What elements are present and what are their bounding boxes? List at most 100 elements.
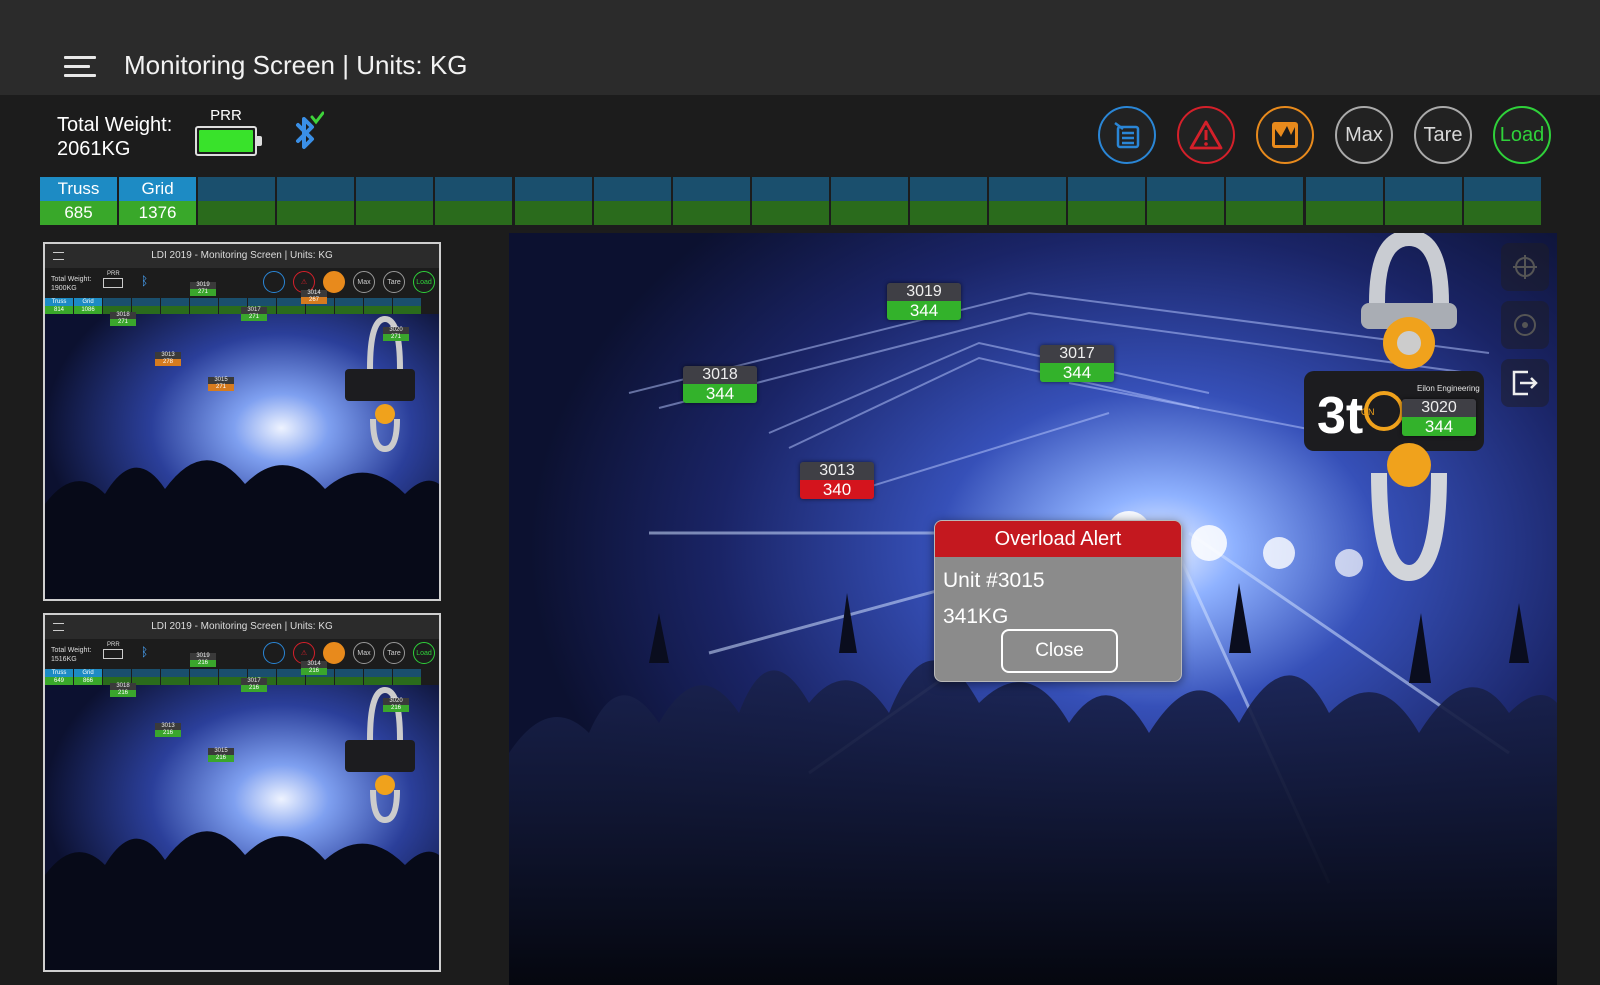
thumbnail-unit-tag: 3013 278 [155,352,181,366]
alert-title: Overload Alert [935,521,1181,557]
warning-triangle-icon [1189,120,1223,150]
target-button[interactable] [1501,301,1549,349]
group-slot-empty[interactable] [989,177,1067,225]
thumbnail-unit-tag: 3017 216 [241,678,267,692]
tare-icon: Tare [383,642,405,664]
unit-id: 3017 [1040,345,1114,363]
thumbnail-group: Truss 649 [45,669,73,685]
target-icon [1514,314,1536,336]
alert-unit-text: Unit #3015 [943,569,1045,592]
hamburger-menu-icon[interactable] [64,56,96,78]
crosshair-button[interactable] [1501,243,1549,291]
total-weight-value: 2061KG [57,138,131,160]
unit-tag-3020[interactable]: 3020 344 [1402,399,1476,436]
group-slot-empty[interactable] [1226,177,1304,225]
thumbnail-unit-tag: 3017 271 [241,307,267,321]
group-slot-empty[interactable] [593,177,671,225]
group-bar: Truss 685 Grid 1376 [40,177,1556,225]
alert-weight-text: 341KG [943,605,1009,628]
tare-icon: Tare [383,271,405,293]
unit-id: 3019 [887,283,961,301]
thumbnail-group: Truss 814 [45,298,73,314]
unit-tag-3017[interactable]: 3017 344 [1040,345,1114,382]
group-slot-empty[interactable] [435,177,513,225]
unit-tag-3018[interactable]: 3018 344 [683,366,757,403]
thumbnail-battery-label: PRR [107,271,120,277]
thumbnail-scene-image [45,685,439,970]
side-toolbar [1501,243,1549,407]
thumbnail-battery-label: PRR [107,642,120,648]
thumbnail-status-bar: Total Weight: 1516KG PRR ᛒ ⚠ Max Tare Load [45,639,439,669]
thumbnail-header: LDI 2019 - Monitoring Screen | Units: KG [45,244,439,268]
thumbnail-unit-tag: 3020 216 [383,698,409,712]
thumbnail-scene-image [45,314,439,599]
bluetooth-icon: ᛒ [141,274,149,288]
group-slot-empty[interactable] [277,177,355,225]
group-slot-empty[interactable] [1463,177,1541,225]
battery-icon [103,278,123,288]
thumbnail-unit-tag: 3014 267 [301,290,327,304]
report-button[interactable] [1098,106,1156,164]
thumbnail-status-bar: Total Weight: 1900KG PRR ᛒ ⚠ Max Tare Load [45,268,439,298]
status-bar: Total Weight: 2061KG PRR Max Tare Load [0,95,1600,175]
unit-id: 3020 [1402,399,1476,417]
unit-value: 344 [1040,363,1114,382]
group-tab-grid[interactable]: Grid 1376 [119,177,197,225]
thumbnail-title: LDI 2019 - Monitoring Screen | Units: KG [151,621,333,632]
battery-icon [103,649,123,659]
total-weight-label: Total Weight: [57,114,173,136]
tare-button[interactable]: Tare [1414,106,1472,164]
group-slot-empty[interactable] [1305,177,1383,225]
group-slot-empty[interactable] [830,177,908,225]
screen-thumbnail-2[interactable]: LDI 2019 - Monitoring Screen | Units: KG… [43,613,441,972]
page-title: Monitoring Screen | Units: KG [124,50,468,80]
group-slot-empty[interactable] [751,177,829,225]
group-slot-empty[interactable] [514,177,592,225]
exit-icon [1512,370,1538,396]
group-slot-empty[interactable] [1147,177,1225,225]
app-header: Monitoring Screen | Units: KG [0,0,1600,95]
device-on-label: ON [1361,407,1375,417]
group-slot-empty[interactable] [356,177,434,225]
unit-tag-3019[interactable]: 3019 344 [887,283,961,320]
report-list-icon [263,642,285,664]
thumbnail-total-weight: Total Weight: 1516KG [51,647,92,663]
close-button[interactable]: Close [1001,629,1118,673]
overload-alert-dialog: Overload Alert Unit #3015 341KG Close [934,520,1182,682]
max-button[interactable]: Max [1335,106,1393,164]
group-slot-empty[interactable] [1384,177,1462,225]
unit-tag-3013[interactable]: 3013 340 [800,462,874,499]
bluetooth-icon: ᛒ [141,645,149,659]
bluetooth-connected-icon[interactable] [288,111,324,159]
thumbnail-header: LDI 2019 - Monitoring Screen | Units: KG [45,615,439,639]
group-tab-truss[interactable]: Truss 685 [40,177,117,225]
unit-value: 344 [683,384,757,403]
group-slot-empty[interactable] [1068,177,1146,225]
group-value: 685 [40,201,117,225]
thumbnail-unit-tag: 3014 216 [301,661,327,675]
thumbnail-unit-tag: 3013 216 [155,723,181,737]
crosshair-icon [1513,255,1537,279]
unit-id: 3013 [800,462,874,480]
thumbnail-unit-tag: 3019 216 [190,653,216,667]
unit-value: 344 [1402,417,1476,436]
thumbnail-unit-tag: 3018 271 [110,312,136,326]
battery-label: PRR [210,107,242,124]
exit-button[interactable] [1501,359,1549,407]
battery-icon [195,126,262,156]
load-icon: Load [413,271,435,293]
alerts-button[interactable] [1177,106,1235,164]
screen-thumbnail-1[interactable]: LDI 2019 - Monitoring Screen | Units: KG… [43,242,441,601]
group-slot-empty[interactable] [910,177,988,225]
max-icon: Max [353,642,375,664]
group-slot-empty[interactable] [198,177,276,225]
chart-button[interactable] [1256,106,1314,164]
group-slot-empty[interactable] [672,177,750,225]
load-button[interactable]: Load [1493,106,1551,164]
unit-id: 3018 [683,366,757,384]
thumbnail-unit-tag: 3015 271 [208,377,234,391]
thumbnail-unit-tag: 3019 271 [190,282,216,296]
thumbnail-group: Grid 1086 [74,298,102,314]
thumbnail-unit-tag: 3018 216 [110,683,136,697]
thumbnail-unit-tag: 3020 271 [383,327,409,341]
